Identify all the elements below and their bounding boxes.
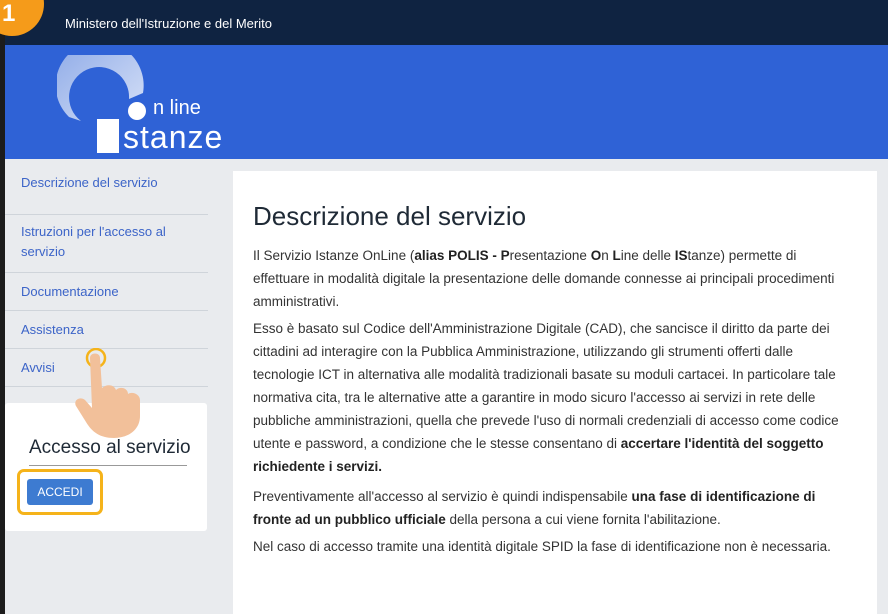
paragraph-4: Nel caso di accesso tramite una identità… [253, 539, 831, 554]
logo-line-text: n line [153, 97, 201, 119]
sidebar-item-documentazione[interactable]: Documentazione [5, 273, 208, 311]
paragraph-3: Preventivamente all'accesso al servizio … [253, 489, 816, 527]
site-header: n line stanze [5, 41, 888, 159]
top-bar: Ministero dell'Istruzione e del Merito [5, 0, 888, 45]
paragraph-2: Esso è basato sul Codice dell'Amministra… [253, 321, 839, 474]
accedi-button[interactable]: ACCEDI [27, 479, 93, 505]
sidebar-item-istruzioni[interactable]: Istruzioni per l'accesso al servizio [5, 215, 208, 273]
sidebar-item-descrizione[interactable]: Descrizione del servizio [5, 173, 208, 215]
pointing-hand-icon [75, 348, 140, 438]
main-content: Descrizione del servizio Il Servizio Ist… [233, 171, 877, 614]
divider [29, 465, 187, 466]
paragraph-1: Il Servizio Istanze OnLine (alias POLIS … [253, 248, 835, 309]
page-title: Descrizione del servizio [253, 201, 527, 231]
access-title: Accesso al servizio [29, 437, 191, 458]
logo-stanze-text: stanze [123, 119, 224, 155]
sidebar-item-assistenza[interactable]: Assistenza [5, 311, 208, 349]
ministry-title: Ministero dell'Istruzione e del Merito [65, 16, 272, 31]
istanze-online-logo[interactable]: n line stanze [55, 41, 237, 155]
